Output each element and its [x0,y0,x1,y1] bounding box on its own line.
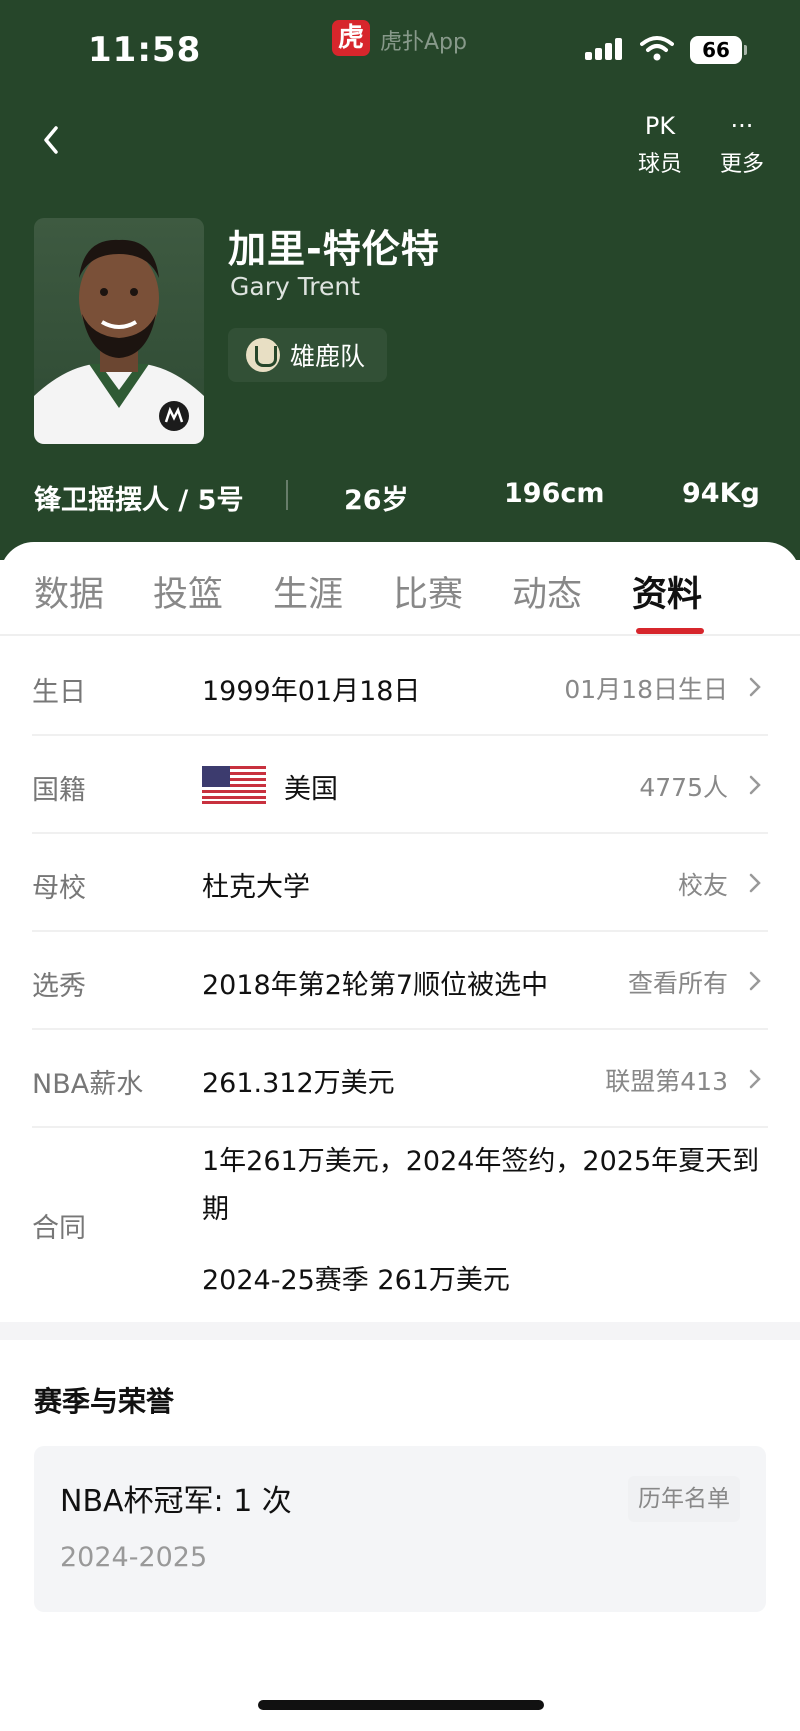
contract-text: 1年261万美元，2024年签约，2025年夏天到期 [202,1146,760,1225]
info-row-college[interactable]: 母校 杜克大学 校友 [32,834,768,932]
info-link[interactable]: 4775人 [639,768,728,804]
player-avatar [34,218,204,444]
tab-data[interactable]: 数据 [34,566,104,617]
info-link[interactable]: 01月18日生日 [564,670,728,706]
chevron-right-icon [749,1069,761,1089]
info-link[interactable]: 校友 [678,866,728,902]
back-arrow-icon[interactable] [36,118,66,162]
info-label: 母校 [32,873,86,904]
status-time: 11:58 [88,30,202,70]
chevron-right-icon [749,873,761,893]
info-label: 国籍 [32,775,86,806]
app-name: 虎扑App [380,30,467,55]
content-panel: 数据 投篮 生涯 比赛 动态 资料 生日 1999年01月18日 01月18日生… [0,542,800,1731]
info-value: 261.312万美元 [202,1068,395,1099]
info-row-salary[interactable]: NBA薪水 261.312万美元 联盟第413 [32,1030,768,1128]
active-tab-indicator [636,628,704,634]
info-label: 选秀 [32,971,86,1002]
chevron-right-icon [749,775,761,795]
home-indicator[interactable] [258,1700,544,1710]
tab-games[interactable]: 比赛 [393,566,463,617]
chevron-right-icon [749,677,761,697]
stat-divider [286,480,288,510]
info-row-nationality[interactable]: 国籍 美国 4775人 [32,736,768,834]
battery-icon: 66 [690,36,747,64]
player-stats-row: 锋卫摇摆人 / 5号 26岁 196cm 94Kg [0,470,800,518]
tab-shooting[interactable]: 投篮 [153,566,223,617]
info-row-draft[interactable]: 选秀 2018年第2轮第7顺位被选中 查看所有 [32,932,768,1030]
honor-years: 2024-2025 [60,1542,208,1573]
position-number: 锋卫摇摆人 / 5号 [34,485,244,516]
player-photo-icon [34,239,204,444]
app-badge-icon: 虎 [332,20,370,56]
player-age: 26岁 [344,485,409,516]
contract-season: 2024-25赛季 261万美元 [202,1265,510,1296]
player-name-cn: 加里-特伦特 [228,227,440,271]
info-label: NBA薪水 [32,1069,144,1100]
tab-bar: 数据 投篮 生涯 比赛 动态 资料 [0,542,800,636]
info-value: 美国 [284,774,338,805]
player-height: 196cm [504,478,605,509]
wifi-icon [640,36,674,61]
more-icon: ··· [730,112,754,140]
history-list-button[interactable]: 历年名单 [628,1476,740,1522]
player-weight: 94Kg [682,478,760,509]
us-flag-icon [202,766,266,804]
player-name-en: Gary Trent [230,272,361,301]
section-divider [0,1322,800,1340]
info-link[interactable]: 查看所有 [628,964,728,1000]
bucks-logo-icon [246,338,280,372]
info-label: 生日 [32,677,86,708]
info-value: 1999年01月18日 [202,676,421,707]
tab-profile[interactable]: 资料 [632,566,702,617]
info-value: 2018年第2轮第7顺位被选中 [202,970,549,1001]
team-name: 雄鹿队 [290,342,366,371]
pk-label: 球员 [637,152,682,177]
tab-career[interactable]: 生涯 [273,566,343,617]
status-bar: 11:58 虎 虎扑App 66 [0,0,800,100]
contract-label: 合同 [32,1213,86,1244]
info-row-birthday[interactable]: 生日 1999年01月18日 01月18日生日 [32,638,768,736]
tab-news[interactable]: 动态 [512,566,582,617]
more-button[interactable]: ··· 更多 [702,108,782,178]
pk-button[interactable]: PK 球员 [620,108,700,178]
more-label: 更多 [719,152,764,177]
info-link[interactable]: 联盟第413 [605,1062,728,1098]
player-header: 11:58 虎 虎扑App 66 PK 球员 ··· 更多 加里-特伦特 Gar… [0,0,800,560]
pk-icon: PK [644,112,676,140]
signal-icon [585,38,625,60]
team-chip[interactable]: 雄鹿队 [228,328,388,382]
chevron-right-icon [749,971,761,991]
honor-name: NBA杯冠军: 1 次 [60,1484,292,1519]
info-row-contract: 合同 1年261万美元，2024年签约，2025年夏天到期 2024-25赛季 … [32,1126,768,1316]
honors-section-title: 赛季与荣誉 [34,1385,175,1418]
honor-card: NBA杯冠军: 1 次 2024-2025 历年名单 [34,1446,766,1612]
info-value: 杜克大学 [202,872,310,903]
